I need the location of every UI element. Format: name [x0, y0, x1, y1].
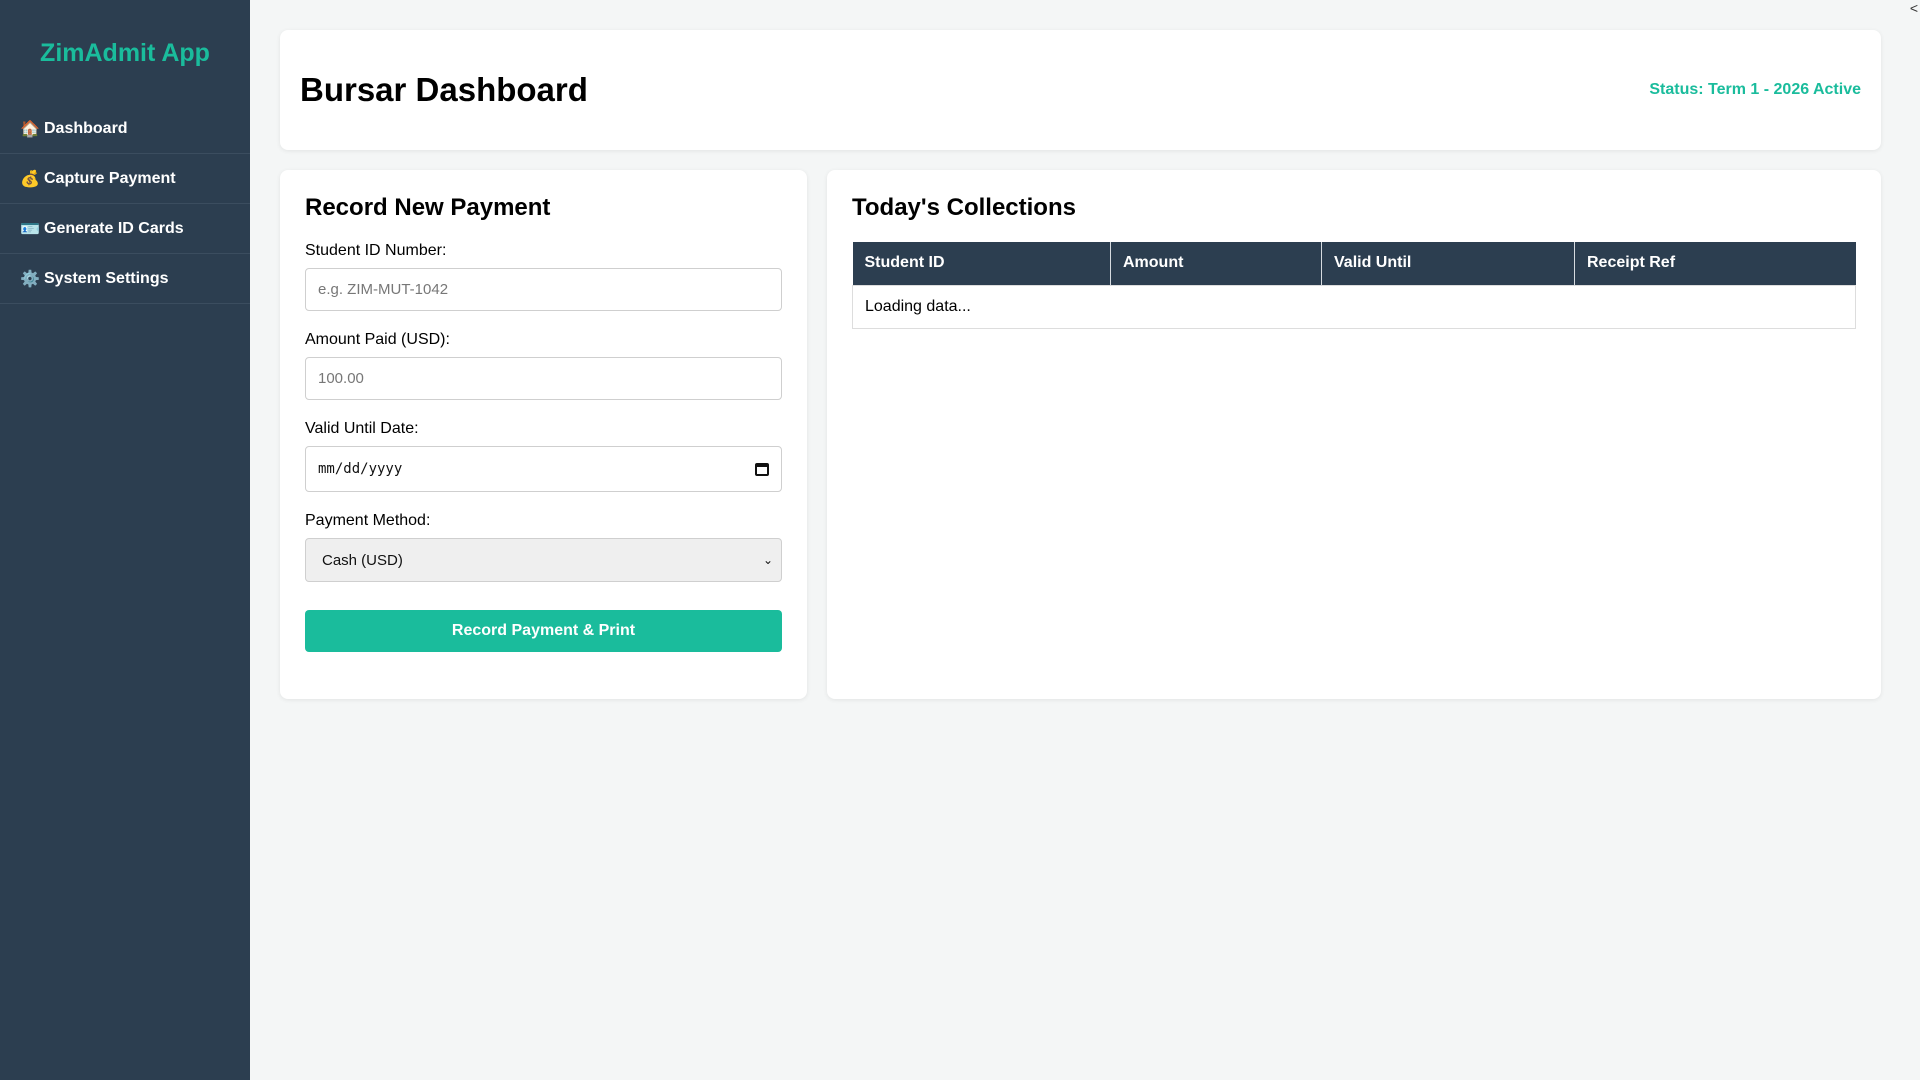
date-placeholder: mm/dd/yyyy — [318, 461, 403, 477]
table-row: Loading data... — [852, 284, 1856, 329]
payment-form-card: Record New Payment Student ID Number: Am… — [280, 170, 807, 699]
calendar-icon[interactable] — [755, 462, 769, 476]
payment-method-label: Payment Method: — [305, 512, 431, 529]
page-title: Bursar Dashboard — [300, 71, 588, 108]
collections-card: Today's Collections Student ID Amount Va… — [827, 170, 1881, 699]
sidebar-item-dashboard[interactable]: 🏠 Dashboard — [0, 104, 250, 154]
valid-until-label: Valid Until Date: — [305, 420, 419, 437]
table-header-row: Student ID Amount Valid Until Receipt Re… — [852, 242, 1856, 285]
collections-title: Today's Collections — [852, 194, 1076, 221]
payment-method-select[interactable]: Cash (USD) ⌄ — [305, 538, 782, 582]
sidebar-item-label: System Settings — [44, 269, 169, 287]
loading-text: Loading data... — [852, 284, 1856, 329]
column-header-valid-until: Valid Until — [1321, 242, 1575, 285]
sidebar: ZimAdmit App 🏠 Dashboard 💰 Capture Payme… — [0, 0, 250, 1080]
student-id-input[interactable] — [305, 268, 782, 311]
payment-method-value: Cash (USD) — [322, 551, 403, 569]
corner-chevron-icon[interactable]: < — [1910, 0, 1918, 16]
sidebar-item-label: Generate ID Cards — [44, 219, 184, 237]
gear-icon: ⚙️ — [20, 270, 40, 288]
column-header-student-id: Student ID — [852, 242, 1111, 285]
status-text: Status: Term 1 - 2026 Active — [1649, 81, 1861, 98]
column-header-receipt-ref: Receipt Ref — [1574, 242, 1856, 285]
sidebar-item-generate-id-cards[interactable]: 🪪 Generate ID Cards — [0, 204, 250, 254]
sidebar-item-system-settings[interactable]: ⚙️ System Settings — [0, 254, 250, 304]
collections-table: Student ID Amount Valid Until Receipt Re… — [852, 242, 1856, 329]
chevron-down-icon: ⌄ — [762, 553, 773, 567]
record-payment-button[interactable]: Record Payment & Print — [305, 610, 782, 652]
main-content: Bursar Dashboard Status: Term 1 - 2026 A… — [280, 30, 1881, 699]
student-id-label: Student ID Number: — [305, 242, 447, 259]
app-brand: ZimAdmit App — [40, 39, 210, 67]
id-card-icon: 🪪 — [20, 220, 40, 238]
column-header-amount: Amount — [1110, 242, 1322, 285]
valid-until-date-input[interactable]: mm/dd/yyyy — [305, 446, 782, 492]
form-title: Record New Payment — [305, 194, 551, 221]
house-icon: 🏠 — [20, 120, 40, 138]
header-card: Bursar Dashboard Status: Term 1 - 2026 A… — [280, 30, 1881, 150]
sidebar-item-capture-payment[interactable]: 💰 Capture Payment — [0, 154, 250, 204]
amount-label: Amount Paid (USD): — [305, 331, 450, 348]
amount-input[interactable] — [305, 357, 782, 400]
money-bag-icon: 💰 — [20, 170, 40, 188]
sidebar-item-label: Dashboard — [44, 119, 128, 137]
sidebar-item-label: Capture Payment — [44, 169, 176, 187]
